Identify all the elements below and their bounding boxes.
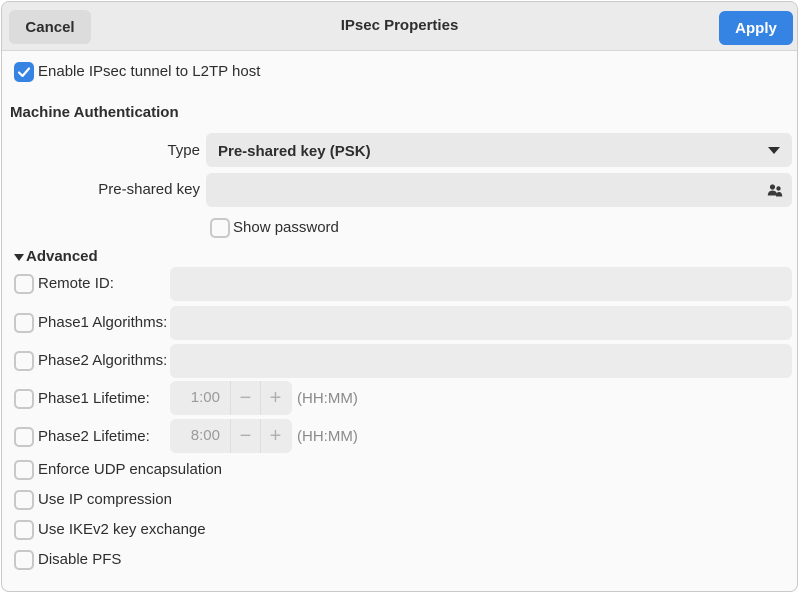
phase2-algorithms-label[interactable]: Phase2 Algorithms:: [38, 352, 167, 369]
ipsec-dialog: Cancel IPsec Properties Apply Enable IPs…: [1, 1, 798, 592]
chevron-down-icon: [768, 147, 780, 154]
remote-id-input[interactable]: [170, 267, 792, 301]
phase2-algorithms-input[interactable]: [170, 344, 792, 378]
user-group-icon[interactable]: [767, 182, 783, 198]
phase1-lifetime-spinbutton[interactable]: 1:00 − +: [170, 381, 292, 415]
ikev2-label[interactable]: Use IKEv2 key exchange: [38, 521, 206, 538]
phase1-lifetime-unit: (HH:MM): [297, 390, 358, 407]
phase2-lifetime-value: 8:00: [190, 427, 220, 444]
advanced-heading[interactable]: Advanced: [26, 248, 98, 265]
disable-pfs-checkbox[interactable]: [14, 550, 34, 570]
phase2-lifetime-spinbutton[interactable]: 8:00 − +: [170, 419, 292, 453]
enable-tunnel-label[interactable]: Enable IPsec tunnel to L2TP host: [38, 63, 260, 80]
decrement-button[interactable]: −: [230, 381, 260, 415]
phase1-algorithms-checkbox[interactable]: [14, 313, 34, 333]
enforce-udp-label[interactable]: Enforce UDP encapsulation: [38, 461, 222, 478]
phase1-lifetime-value: 1:00: [190, 389, 220, 406]
phase1-lifetime-checkbox[interactable]: [14, 389, 34, 409]
increment-button[interactable]: +: [260, 419, 290, 453]
psk-input[interactable]: [206, 173, 792, 207]
psk-label: Pre-shared key: [98, 181, 200, 198]
show-password-checkbox[interactable]: [210, 218, 230, 238]
increment-button[interactable]: +: [260, 381, 290, 415]
dialog-title: IPsec Properties: [340, 17, 459, 34]
disable-pfs-label[interactable]: Disable PFS: [38, 551, 121, 568]
phase2-algorithms-checkbox[interactable]: [14, 351, 34, 371]
ikev2-checkbox[interactable]: [14, 520, 34, 540]
remote-id-label[interactable]: Remote ID:: [38, 275, 114, 292]
apply-button[interactable]: Apply: [719, 11, 793, 45]
enable-tunnel-checkbox[interactable]: [14, 62, 34, 82]
ip-compression-checkbox[interactable]: [14, 490, 34, 510]
decrement-button[interactable]: −: [230, 419, 260, 453]
type-dropdown-value: Pre-shared key (PSK): [218, 143, 371, 160]
ip-compression-label[interactable]: Use IP compression: [38, 491, 172, 508]
header-bar: Cancel IPsec Properties Apply: [2, 2, 797, 51]
phase1-algorithms-input[interactable]: [170, 306, 792, 340]
phase1-lifetime-label[interactable]: Phase1 Lifetime:: [38, 390, 150, 407]
enforce-udp-checkbox[interactable]: [14, 460, 34, 480]
phase2-lifetime-checkbox[interactable]: [14, 427, 34, 447]
phase2-lifetime-unit: (HH:MM): [297, 428, 358, 445]
expander-arrow-icon[interactable]: [14, 254, 24, 261]
phase1-algorithms-label[interactable]: Phase1 Algorithms:: [38, 314, 167, 331]
type-dropdown[interactable]: Pre-shared key (PSK): [206, 133, 792, 167]
checkmark-icon: [17, 67, 31, 78]
phase2-lifetime-label[interactable]: Phase2 Lifetime:: [38, 428, 150, 445]
machine-auth-heading: Machine Authentication: [10, 104, 179, 121]
type-label: Type: [167, 142, 200, 159]
remote-id-checkbox[interactable]: [14, 274, 34, 294]
show-password-label[interactable]: Show password: [233, 219, 339, 236]
